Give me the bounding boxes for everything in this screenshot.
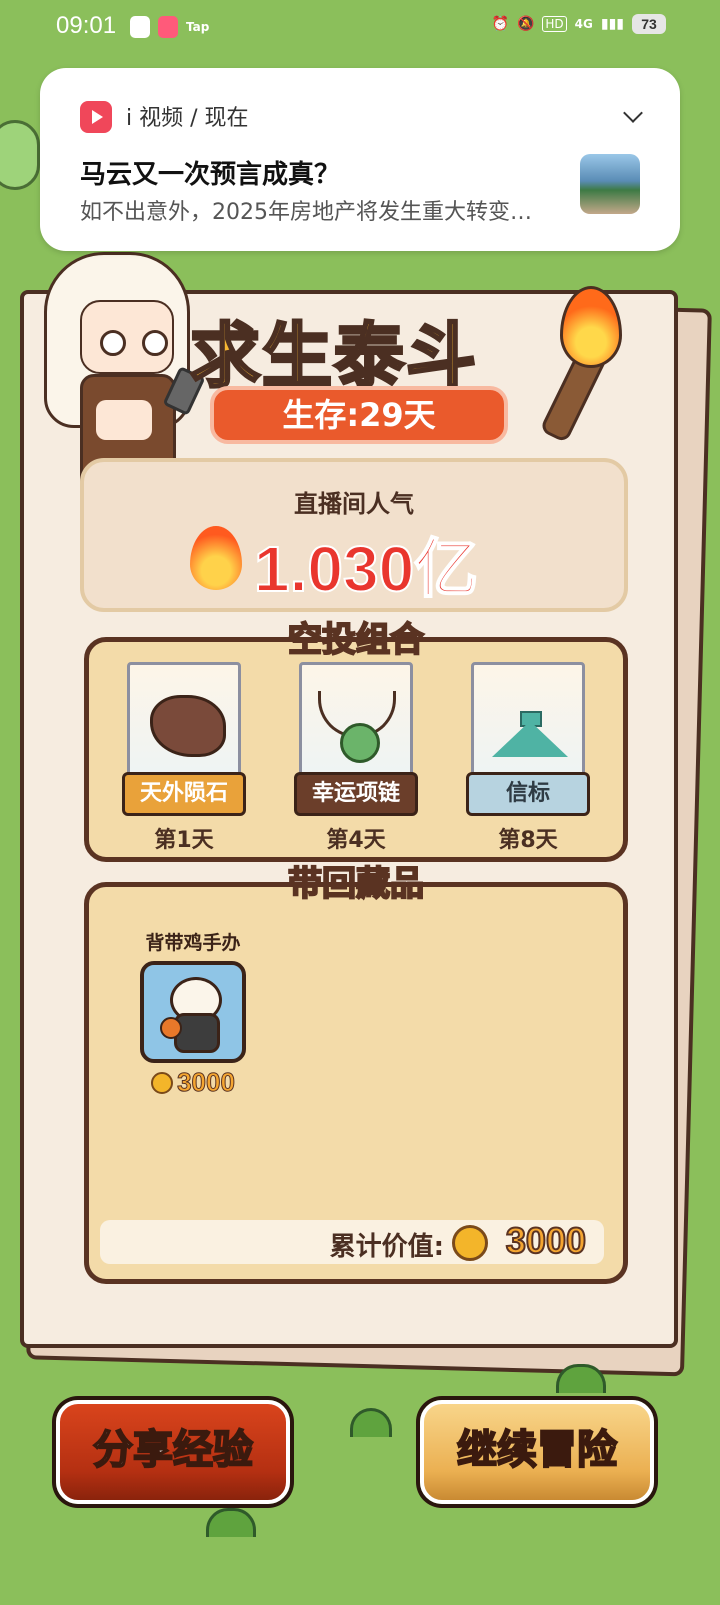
notification-app-name: i 视频 / 现在 [126,106,249,131]
airdrop-item[interactable]: 信标 第8天 [465,662,591,854]
airdrop-item[interactable]: 天外陨石 第1天 [121,662,247,854]
airdrop-item[interactable]: 幸运项链 第4天 [293,662,419,854]
chevron-down-icon[interactable] [623,103,643,123]
collection-item-name: 背带鸡手办 [145,932,241,954]
notification-title: 马云又一次预言成真？ [80,160,341,190]
airdrop-frame [471,662,585,780]
survival-days: 生存:29天 [210,386,508,444]
airdrop-name: 幸运项链 [294,772,418,816]
video-app-icon [80,101,112,133]
airdrop-day: 第4天 [326,828,386,853]
coin-icon [151,1071,174,1094]
status-bar: 09:01 Tap ⏰ 🔕 HD 4G ▮▮▮ 73 [0,0,720,56]
total-value: 3000 [505,1219,587,1262]
status-right: ⏰ 🔕 HD 4G ▮▮▮ 73 [492,14,666,34]
fire-icon [190,526,242,590]
grass-decoration [206,1508,256,1537]
airdrop-frame [299,662,413,780]
continue-adventure-button[interactable]: 继续冒险 [420,1400,654,1504]
airdrop-day: 第1天 [154,828,214,853]
share-experience-button[interactable]: 分享经验 [56,1400,290,1504]
airdrop-panel: 天外陨石 第1天 幸运项链 第4天 信标 第8天 [84,637,628,862]
collection-item-frame [140,961,246,1063]
notification-body: 如不出意外，2025年房地产将发生重大转变… [80,200,532,225]
video-app-icon [130,16,150,38]
collection-title: 带回藏品 [287,863,425,905]
total-label: 累计价值: [329,1232,444,1262]
notification-banner[interactable]: i 视频 / 现在 马云又一次预言成真？ 如不出意外，2025年房地产将发生重大… [40,68,680,251]
coin-icon [452,1225,488,1261]
notification-thumbnail [580,154,640,214]
status-time: 09:01 [56,12,117,39]
grass-decoration [350,1408,392,1437]
floating-assistant-icon[interactable] [0,120,40,190]
popularity-value: 1.030亿 [253,532,479,606]
basketball-icon [160,1017,182,1039]
collection-item-price: 3000 [133,1067,253,1098]
character-belly [96,400,152,440]
beacon-icon [492,721,568,757]
bilibili-icon [158,16,178,38]
mute-icon: 🔕 [516,16,535,32]
airdrop-frame [127,662,241,780]
total-value-bar: 累计价值: 3000 [100,1219,604,1264]
airdrop-title: 空投组合 [287,619,425,661]
taptap-icon: Tap [186,20,210,34]
collection-item[interactable]: 背带鸡手办 3000 [133,928,253,1098]
clover-icon [340,723,380,763]
character-eye [100,330,126,356]
hd-label: HD [542,16,567,32]
popularity-label: 直播间人气 [294,490,414,518]
airdrop-name: 天外陨石 [122,772,246,816]
collection-price-value: 3000 [177,1067,236,1098]
airdrop-day: 第8天 [498,828,558,853]
popularity-panel: 直播间人气 1.030亿 [80,458,628,612]
battery-indicator: 73 [632,14,666,34]
character-eye [142,330,168,356]
alarm-icon: ⏰ [491,16,509,32]
network-label: 4G [574,17,593,31]
chicken-body [174,1013,220,1053]
signal-icon: ▮▮▮ [600,16,624,32]
meteorite-icon [150,695,226,757]
airdrop-name: 信标 [466,772,590,816]
